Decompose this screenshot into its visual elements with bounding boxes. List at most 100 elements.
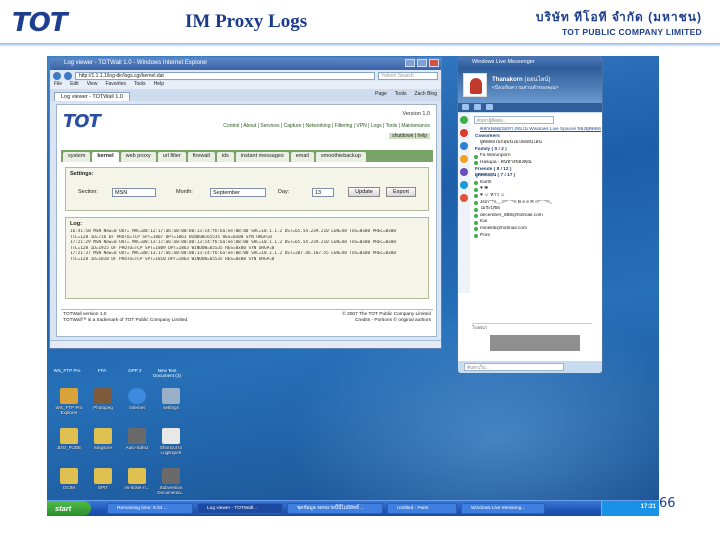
tab-icon[interactable] (460, 168, 468, 176)
tab-smoothiebackup[interactable]: smoothiebackup (315, 152, 366, 162)
export-button[interactable]: Export (386, 187, 416, 197)
tab-url-filter[interactable]: url filter (157, 152, 186, 162)
web-search-input[interactable]: ค้นหาเว็บ... (464, 363, 564, 371)
menu-edit[interactable]: Edit (70, 81, 79, 89)
games-icon[interactable] (460, 155, 468, 163)
internet-icon (128, 388, 146, 404)
tab-firewall[interactable]: firewall (187, 152, 215, 162)
contact-search-input[interactable]: ค้นหาผู้ติดต่อ... (474, 116, 554, 124)
menu-tools[interactable]: Tools (134, 81, 146, 89)
back-icon[interactable] (53, 71, 61, 80)
contact-group[interactable]: Coworkers (472, 134, 602, 141)
contact-item[interactable]: Pore (472, 233, 602, 240)
tab-email[interactable]: email (290, 152, 314, 162)
settings-icon (162, 388, 180, 404)
start-button[interactable]: start (47, 501, 91, 516)
folder-icon (60, 468, 78, 484)
taskbar-item[interactable]: Windows Live Messeng... (461, 503, 545, 514)
section-select[interactable]: MSN (112, 188, 156, 197)
month-label: Month: (176, 189, 193, 195)
settings-panel: Settings: Section: MSN Month: September … (65, 167, 429, 211)
ad-banner[interactable] (490, 335, 580, 351)
address-bar[interactable]: http://1.1.1.1/log-dir/logs.cgi/kernel.d… (75, 71, 375, 80)
search-box[interactable]: Yahoo! Search (378, 71, 438, 80)
contact-item[interactable]: Fa Warunporn (472, 153, 602, 160)
contact-item[interactable]: december_888@hotmail.com (472, 213, 602, 220)
contact-name: Kai (480, 219, 487, 225)
browser-tab[interactable]: Log viewer - TOTWall 1.0 (54, 92, 130, 101)
news-icon[interactable] (486, 104, 493, 110)
day-select[interactable]: 13 (312, 188, 334, 197)
close-button[interactable] (429, 59, 439, 67)
desktop-icon-logexpert[interactable]: Shortcut to LogExpert (151, 428, 191, 456)
contact-group[interactable]: ผู้ติดต่ออื่น ( 7 / 17 ) (472, 173, 602, 180)
tab-kernel[interactable]: kernel (92, 152, 119, 162)
clock[interactable]: 17:21 (641, 504, 656, 510)
status-icon (474, 161, 478, 166)
contact-group[interactable]: Friends ( 8 / 12 ) (472, 167, 602, 174)
menu-file[interactable]: File (54, 81, 62, 89)
personal-message[interactable]: <ป้อนข้อความส่วนตัวของคุณ> (492, 84, 558, 92)
tab-instant-messages[interactable]: instant messages (235, 152, 289, 162)
menu-view[interactable]: View (87, 81, 98, 89)
tab-web-proxy[interactable]: web proxy (120, 152, 156, 162)
totwall-user-bar[interactable]: shutdown | help (389, 133, 430, 139)
messenger-bottom-bar: ค้นหาเว็บ... (458, 361, 602, 373)
maximize-button[interactable] (417, 59, 427, 67)
mail-icon[interactable] (462, 104, 469, 110)
footer-right: © 2007 The TOT Public Company Limited Cr… (342, 312, 431, 324)
tab-icon[interactable] (460, 181, 468, 189)
tab-system[interactable]: system (63, 152, 91, 162)
footer-credits[interactable]: Credits - Portions © original authors (342, 318, 431, 324)
minimize-button[interactable] (405, 59, 415, 67)
desktop-icon-subversion[interactable]: Subversion Documenta... (151, 468, 191, 496)
app-icon (128, 428, 146, 444)
contact-name: Earth (480, 179, 492, 185)
menu-help[interactable]: Help (154, 81, 164, 89)
zach-blog-link[interactable]: Zach Blog (414, 91, 437, 97)
contact-item[interactable]: ♥ ☺ ห้าว ☺ (472, 193, 602, 200)
taskbar-item[interactable]: Log viewer - TOTWall... (197, 503, 283, 514)
tab-ids[interactable]: ids (216, 152, 234, 162)
messenger-title: Windows Live Messenger (458, 57, 602, 69)
profile-name[interactable]: Thanakorn (ออนไลน์) (492, 74, 550, 84)
spaces-icon[interactable] (474, 104, 481, 110)
desktop-icon-label[interactable]: New Text Document (3) (147, 368, 187, 379)
music-icon[interactable] (460, 142, 468, 150)
contact-item[interactable]: Kai (472, 219, 602, 226)
contact-item[interactable]: Hasupa - ต้นทางของคุณ (472, 160, 602, 167)
contacts-icon[interactable] (460, 116, 468, 124)
tab-icon[interactable] (460, 194, 468, 202)
taskbar-item[interactable]: ชุดข้อมูล จดหมายนี้นี้ไม่มีสิทธิ์ ... (287, 503, 383, 514)
contact-item[interactable]: ♥ ❀ (472, 186, 602, 193)
desktop-icon-settings[interactable]: settings (151, 388, 191, 410)
status-icon (474, 201, 478, 206)
contact-item[interactable]: minekiti@hotmail.com (472, 226, 602, 233)
contact-group[interactable]: Family ( 0 / 2 ) (472, 147, 602, 154)
contact-item[interactable]: ไม่ระบุชื่อ (472, 206, 602, 213)
month-select[interactable]: September (210, 188, 266, 197)
tools-menu[interactable]: Tools (395, 91, 407, 97)
day-label: Day: (278, 189, 290, 195)
status-icon (474, 154, 478, 159)
page-menu[interactable]: Page (375, 91, 387, 97)
mail-tab-icon[interactable] (460, 129, 468, 137)
taskbar-item[interactable]: Remaining time: 5:34 ... (107, 503, 193, 514)
desktop-icon-label[interactable]: WS_FTP Pro (47, 368, 87, 373)
spaces-link[interactable]: คลิกเพื่อดูเนื้อหาใหม่ใน Windows Live Sp… (472, 127, 602, 134)
taskbar-item[interactable]: Untitled - Paint (387, 503, 457, 514)
contact-item[interactable]: Jsm'°*¤,¸¸,¤*°`°*¤ B e e R ¤*°`°*¤,¸ (472, 200, 602, 207)
company-name: บริษัท ทีโอที จำกัด (มหาชน) TOT PUBLIC C… (536, 8, 702, 37)
totwall-nav[interactable]: Control | About | Services | Capture | N… (223, 123, 430, 129)
taskbar: start Remaining time: 5:34 ... Log viewe… (47, 500, 659, 516)
profile-status: (ออนไลน์) (524, 77, 551, 83)
profile-display-name: Thanakorn (492, 77, 523, 83)
page-number: 66 (659, 496, 676, 511)
contact-item[interactable]: Earth (472, 180, 602, 187)
menu-favorites[interactable]: Favorites (105, 81, 126, 89)
forward-icon[interactable] (64, 71, 72, 80)
update-button[interactable]: Update (348, 187, 380, 197)
desktop-icon-label: Subversion Documenta... (157, 485, 185, 496)
browser-status-bar (50, 340, 441, 348)
avatar[interactable] (463, 73, 487, 97)
